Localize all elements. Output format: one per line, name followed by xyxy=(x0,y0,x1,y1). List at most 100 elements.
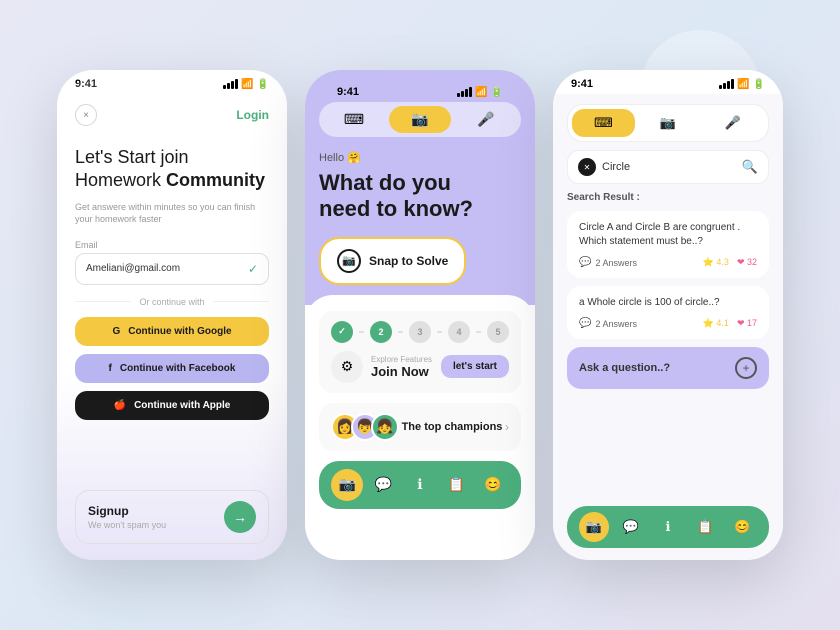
nav-face-2[interactable]: 😊 xyxy=(477,469,509,501)
nav-camera-2[interactable]: 📷 xyxy=(331,469,363,501)
join-info: ⚙ Explore Features Join Now xyxy=(331,351,432,383)
divider: Or continue with xyxy=(75,297,269,307)
google-button[interactable]: G Continue with Google xyxy=(75,317,269,346)
plus-icon[interactable]: + xyxy=(735,357,757,379)
tab-keyboard-3[interactable]: ⌨ xyxy=(572,109,635,137)
chevron-right-icon: › xyxy=(505,420,509,434)
status-bar-1: 9:41 📶 🔋 xyxy=(57,70,287,94)
step-line-2 xyxy=(398,331,403,333)
search-bar[interactable]: ✕ Circle 🔍 xyxy=(567,150,769,184)
nav-list-2[interactable]: 📋 xyxy=(440,469,472,501)
status-icons-2: 📶 🔋 xyxy=(457,87,503,98)
battery-icon-2: 🔋 xyxy=(491,87,503,98)
apple-label: Continue with Apple xyxy=(134,400,230,411)
steps-card: ✓ 2 3 4 5 ⚙ Explore Features Join xyxy=(319,311,521,393)
step-4: 4 xyxy=(448,321,470,343)
rating-row-2: ⭐ 4.1 ❤ 17 xyxy=(703,318,757,329)
phone-snap: 9:41 📶 🔋 ⌨ 📷 🎤 Hello 🤗 What do youneed t… xyxy=(305,70,535,560)
nav-chat-2[interactable]: 💬 xyxy=(368,469,400,501)
start-button[interactable]: let's start xyxy=(441,355,509,378)
star-rating-2: ⭐ 4.1 xyxy=(703,318,729,329)
search-input[interactable]: Circle xyxy=(602,161,736,173)
tab-camera-3[interactable]: 📷 xyxy=(637,109,700,137)
wifi-icon-2: 📶 xyxy=(475,87,487,98)
login-link[interactable]: Login xyxy=(236,108,269,122)
search-clear-icon[interactable]: ✕ xyxy=(578,158,596,176)
main-heading: What do youneed to know? xyxy=(319,170,521,223)
step-line-4 xyxy=(476,331,481,333)
apple-button[interactable]: 🍎 Continue with Apple xyxy=(75,391,269,420)
result-question-2: a Whole circle is 100 of circle..? xyxy=(579,296,757,310)
nav-camera-3[interactable]: 📷 xyxy=(579,512,609,542)
answer-icon-1: 💬 xyxy=(579,257,591,268)
answers-badge-2: 💬 2 Answers xyxy=(579,318,637,329)
result-card-2: a Whole circle is 100 of circle..? 💬 2 A… xyxy=(567,286,769,339)
facebook-icon: f xyxy=(109,363,112,374)
steps-row: ✓ 2 3 4 5 xyxy=(331,321,509,343)
snap-top-section: 9:41 📶 🔋 ⌨ 📷 🎤 Hello 🤗 What do youneed t… xyxy=(305,70,535,305)
heart-count-2: ❤ 17 xyxy=(737,318,757,329)
tab-mic[interactable]: 🎤 xyxy=(455,106,517,133)
explore-label: Explore Features xyxy=(371,355,432,364)
battery-icon-3: 🔋 xyxy=(753,79,765,90)
divider-text: Or continue with xyxy=(139,297,204,307)
email-group: Email Ameliani@gmail.com ✓ xyxy=(75,240,269,285)
time-2: 9:41 xyxy=(337,86,359,98)
step-2: 2 xyxy=(370,321,392,343)
email-field[interactable]: Ameliani@gmail.com ✓ xyxy=(75,253,269,285)
nav-info-3[interactable]: ℹ xyxy=(653,512,683,542)
facebook-button[interactable]: f Continue with Facebook xyxy=(75,354,269,383)
divider-line-right xyxy=(213,301,269,302)
divider-line-left xyxy=(75,301,131,302)
email-label: Email xyxy=(75,240,269,250)
nav-info-2[interactable]: ℹ xyxy=(404,469,436,501)
facebook-label: Continue with Facebook xyxy=(120,363,236,374)
signal-icon-2 xyxy=(457,87,472,97)
tab-camera[interactable]: 📷 xyxy=(389,106,451,133)
bottom-nav-2: 📷 💬 ℹ 📋 😊 xyxy=(319,461,521,509)
apple-icon: 🍎 xyxy=(114,400,126,411)
result-card-1: Circle A and Circle B are congruent . Wh… xyxy=(567,211,769,278)
time-1: 9:41 xyxy=(75,78,97,90)
tab-mic-3[interactable]: 🎤 xyxy=(701,109,764,137)
nav-list-3[interactable]: 📋 xyxy=(690,512,720,542)
phone-search: 9:41 📶 🔋 ⌨ 📷 🎤 ✕ Circle 🔍 Search Result … xyxy=(553,70,783,560)
tab-bar-2: ⌨ 📷 🎤 xyxy=(319,102,521,137)
sub-text: Get answere within minutes so you can fi… xyxy=(75,201,269,226)
hello-text: Hello 🤗 xyxy=(319,151,521,164)
signup-row: Signup We won't spam you → xyxy=(75,490,269,544)
search-content: ⌨ 📷 🎤 ✕ Circle 🔍 Search Result : Circle … xyxy=(553,94,783,560)
result-question-1: Circle A and Circle B are congruent . Wh… xyxy=(579,221,757,249)
avatar-3: 👧 xyxy=(371,413,399,441)
explore-icon: ⚙ xyxy=(331,351,363,383)
tab-bar-3: ⌨ 📷 🎤 xyxy=(567,104,769,142)
snap-button[interactable]: 📷 Snap to Solve xyxy=(319,237,466,285)
step-1: ✓ xyxy=(331,321,353,343)
time-3: 9:41 xyxy=(571,78,593,90)
step-5: 5 xyxy=(487,321,509,343)
bottom-nav-3: 📷 💬 ℹ 📋 😊 xyxy=(567,506,769,548)
signal-icon-3 xyxy=(719,79,734,89)
tab-keyboard[interactable]: ⌨ xyxy=(323,106,385,133)
champions-card[interactable]: 👩 👦 👧 The top champions › xyxy=(319,403,521,451)
avatars-row: 👩 👦 👧 xyxy=(331,413,399,441)
join-now-label: Join Now xyxy=(371,364,432,379)
search-icon[interactable]: 🔍 xyxy=(742,159,758,175)
close-button[interactable]: × xyxy=(75,104,97,126)
wifi-icon-1: 📶 xyxy=(241,79,253,90)
heart-count-1: ❤ 32 xyxy=(737,257,757,268)
result-meta-2: 💬 2 Answers ⭐ 4.1 ❤ 17 xyxy=(579,318,757,329)
camera-icon: 📷 xyxy=(337,249,361,273)
snap-bottom-section: ✓ 2 3 4 5 ⚙ Explore Features Join xyxy=(305,295,535,560)
status-bar-3: 9:41 📶 🔋 xyxy=(553,70,783,94)
ask-card[interactable]: Ask a question..? + xyxy=(567,347,769,389)
rating-row-1: ⭐ 4.3 ❤ 32 xyxy=(703,257,757,268)
phone-login: 9:41 📶 🔋 × Login Let's Start joinHomewor… xyxy=(57,70,287,560)
nav-face-3[interactable]: 😊 xyxy=(727,512,757,542)
snap-label: Snap to Solve xyxy=(369,254,448,268)
nav-chat-3[interactable]: 💬 xyxy=(616,512,646,542)
champions-label: The top champions xyxy=(402,421,503,433)
step-line-1 xyxy=(359,331,364,333)
login-content: × Login Let's Start joinHomework Communi… xyxy=(57,94,287,560)
signup-arrow-button[interactable]: → xyxy=(224,501,256,533)
